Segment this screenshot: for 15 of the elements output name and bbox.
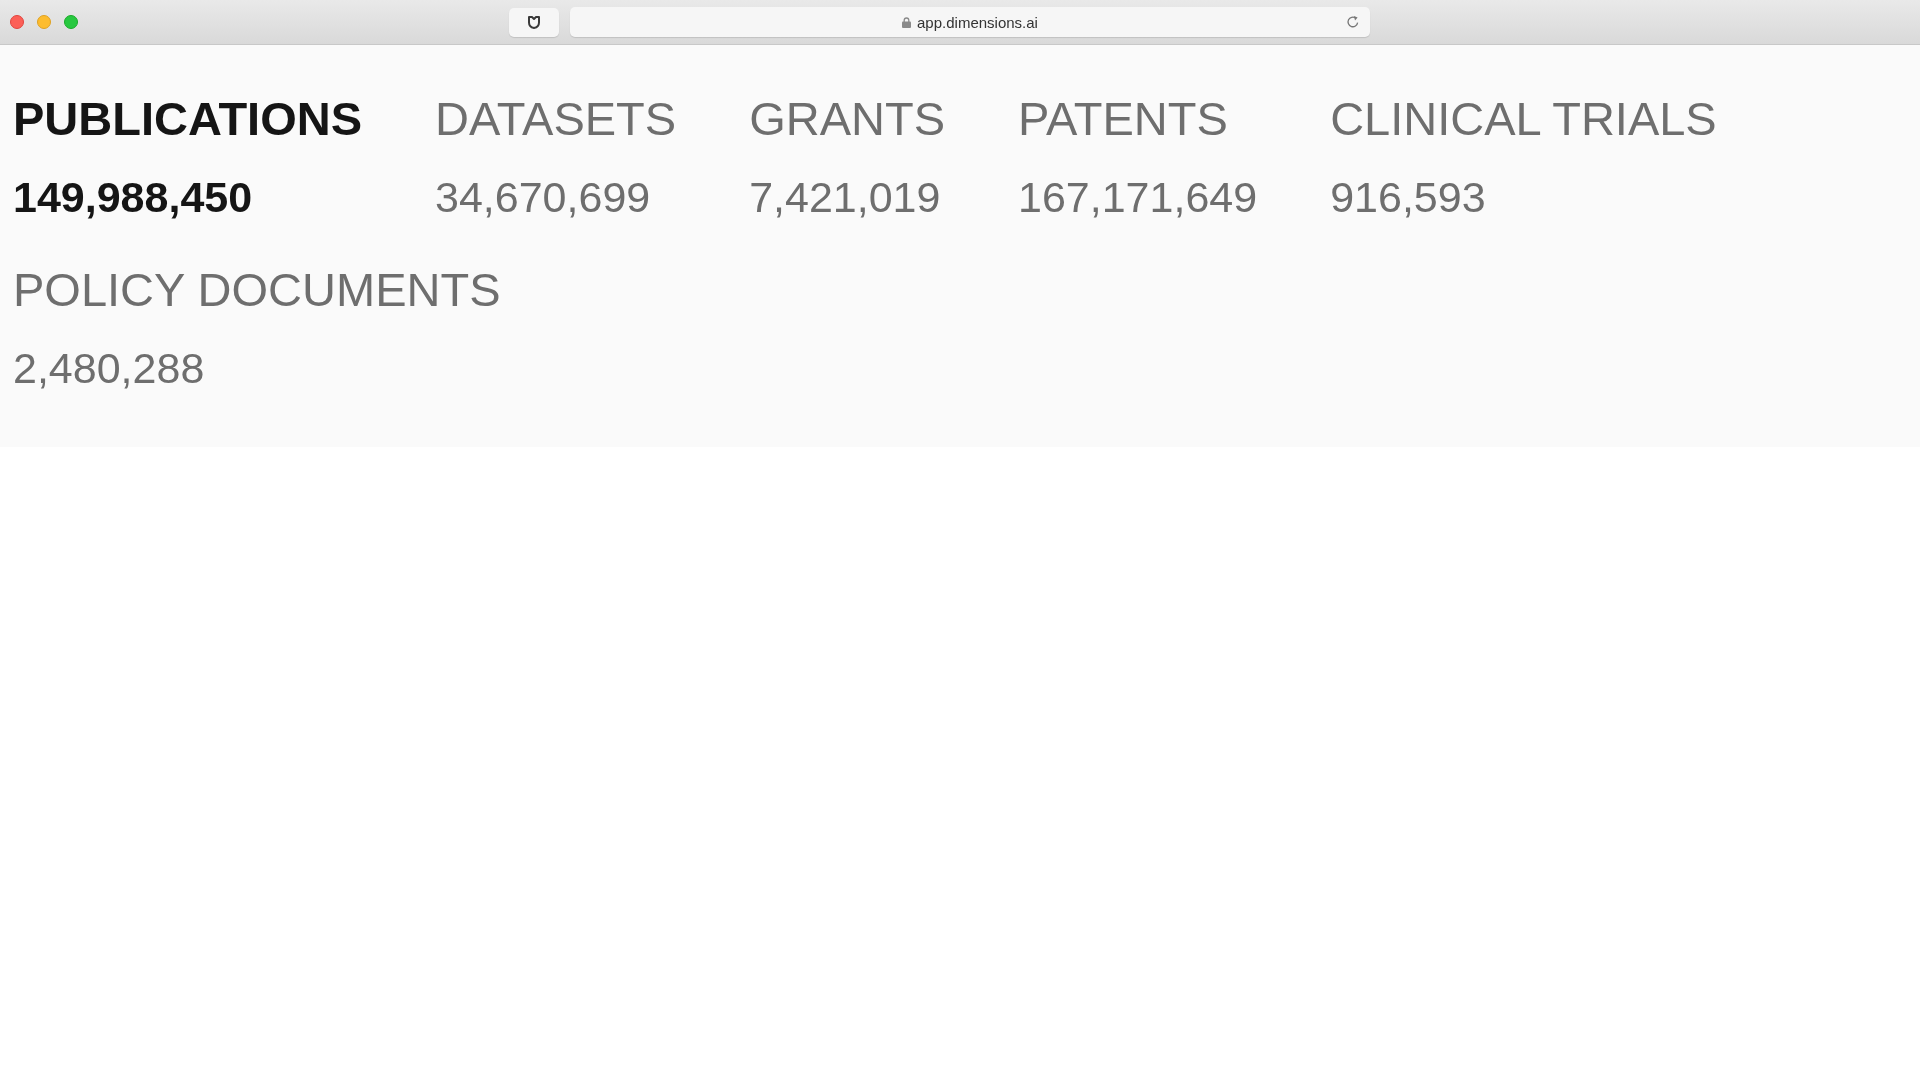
close-icon[interactable] [10, 15, 24, 29]
shield-button[interactable] [509, 7, 559, 37]
reload-icon[interactable] [1346, 15, 1360, 29]
address-bar[interactable]: app.dimensions.ai [570, 7, 1370, 37]
source-tab[interactable]: PATENTS 167,171,649 [1018, 88, 1258, 223]
shield-icon [528, 15, 540, 29]
maximize-icon[interactable] [64, 15, 78, 29]
url-text: app.dimensions.ai [917, 13, 1038, 31]
source-tab[interactable]: PUBLICATIONS 149,988,450 [13, 88, 362, 223]
source-tab[interactable]: POLICY DOCUMENTS 2,480,288 [13, 259, 501, 394]
minimize-icon[interactable] [37, 15, 51, 29]
lock-icon [902, 16, 912, 28]
source-tab[interactable]: DATASETS 34,670,699 [435, 88, 677, 223]
source-tab[interactable]: GRANTS 7,421,019 [749, 88, 945, 223]
source-tab[interactable]: CLINICAL TRIALS 916,593 [1330, 88, 1717, 223]
